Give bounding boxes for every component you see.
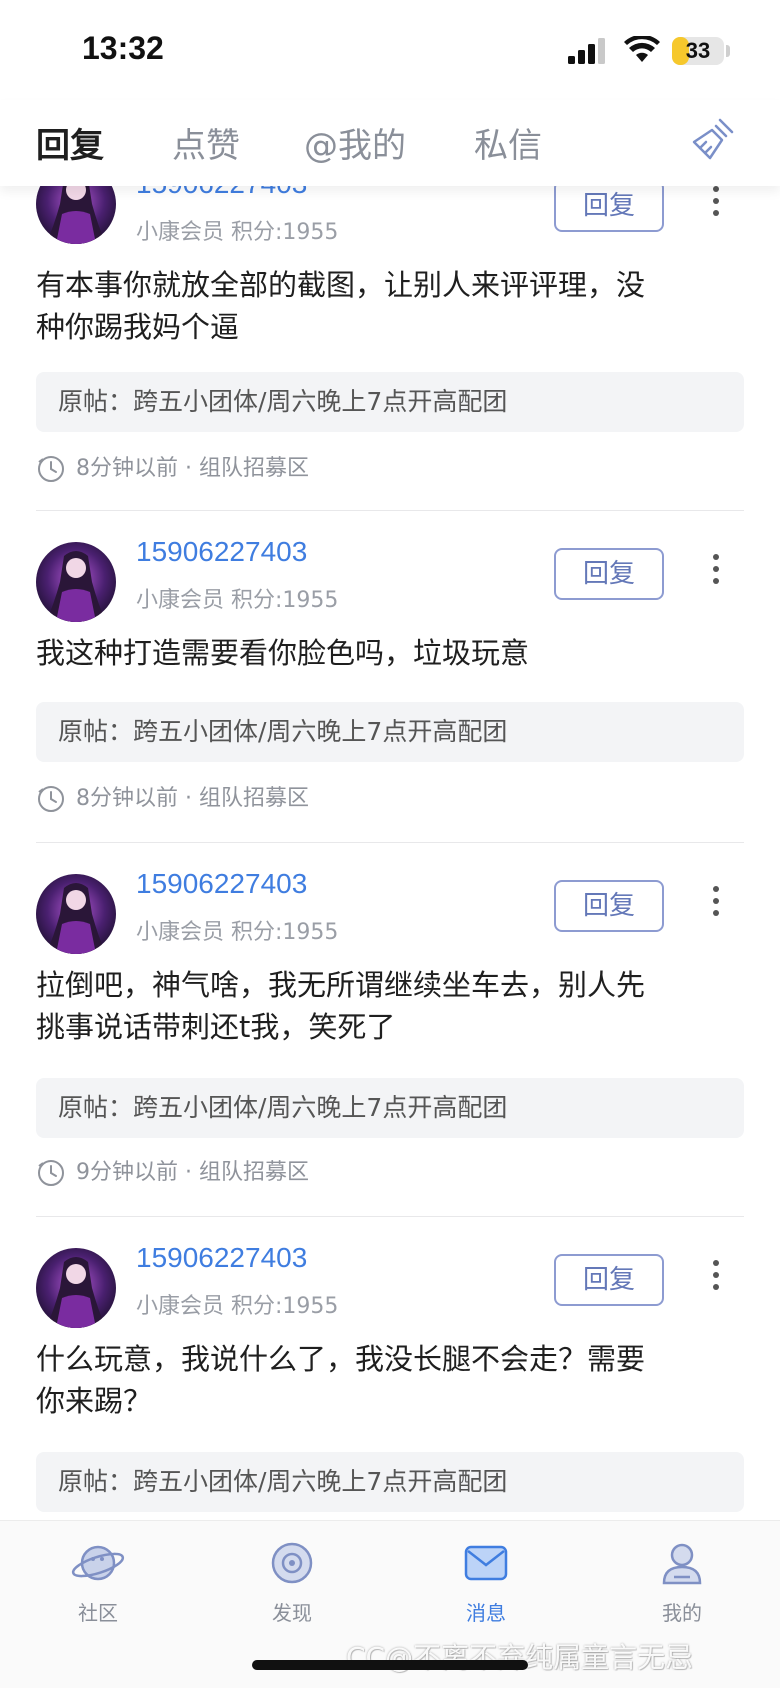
nav-profile[interactable]: 我的 (622, 1539, 742, 1626)
time-info: 8分钟以前 · 组队招募区 (76, 786, 309, 811)
reply-button[interactable]: 回复 (554, 186, 664, 232)
original-post-link[interactable]: 原帖：跨五小团体/周六晚上7点开高配团 (36, 702, 744, 762)
user-meta: 小康会员 积分:1955 (136, 588, 339, 613)
reply-button[interactable]: 回复 (554, 880, 664, 932)
tab-reply[interactable]: 回复 (36, 118, 104, 167)
tab-likes[interactable]: 点赞 (172, 118, 240, 167)
nav-label: 社区 (78, 1601, 118, 1625)
user-meta: 小康会员 积分:1955 (136, 1294, 339, 1319)
avatar[interactable] (36, 1248, 116, 1328)
divider (36, 1216, 744, 1217)
status-bar: 13:32 33 (0, 0, 780, 100)
watermark: CC@不离不弃纯属童言无忌 (346, 1641, 694, 1674)
username[interactable]: 15906227403 (136, 1242, 307, 1274)
avatar[interactable] (36, 874, 116, 954)
broom-clear-icon[interactable] (690, 116, 736, 162)
original-post-link[interactable]: 原帖：跨五小团体/周六晚上7点开高配团 (36, 1452, 744, 1512)
reply-content-line: 种你踢我妈个逼 (36, 310, 240, 344)
reply-card: 15906227403 小康会员 积分:1955 回复 什么玩意，我说什么了，我… (36, 1238, 744, 1520)
nav-messages[interactable]: 消息 (426, 1539, 546, 1626)
reply-content: 什么玩意，我说什么了，我没长腿不会走？需要 你来踢？ (36, 1338, 744, 1422)
username[interactable]: 15906227403 (136, 186, 307, 200)
reply-content-line: 你来踢？ (36, 1384, 153, 1418)
status-time: 13:32 (82, 30, 164, 66)
reply-card: 15906227403 小康会员 积分:1955 回复 我这种打造需要看你脸色吗… (36, 532, 744, 864)
tab-private-messages[interactable]: 私信 (474, 118, 542, 167)
planet-icon (71, 1545, 125, 1581)
user-meta: 小康会员 积分:1955 (136, 220, 339, 245)
clock-icon (38, 1160, 64, 1186)
more-options-icon[interactable] (706, 186, 726, 222)
username[interactable]: 15906227403 (136, 868, 307, 900)
home-indicator[interactable] (252, 1660, 528, 1670)
reply-card: 15906227403 小康会员 积分:1955 回复 拉倒吧，神气啥，我无所谓… (36, 864, 744, 1238)
avatar[interactable] (36, 186, 116, 244)
nav-label: 消息 (466, 1601, 506, 1625)
reply-content-line: 什么玩意，我说什么了，我没长腿不会走？需要 (36, 1342, 646, 1376)
original-post-link[interactable]: 原帖：跨五小团体/周六晚上7点开高配团 (36, 1078, 744, 1138)
battery-icon: 33 (672, 37, 724, 65)
profile-icon (662, 1543, 702, 1585)
battery-level: 33 (685, 38, 711, 63)
nav-discover[interactable]: 发现 (232, 1539, 352, 1626)
nav-label: 发现 (272, 1601, 312, 1625)
reply-content: 有本事你就放全部的截图，让别人来评评理，没 种你踢我妈个逼 (36, 264, 744, 348)
reply-content: 拉倒吧，神气啥，我无所谓继续坐车去，别人先 挑事说话带刺还t我，笑死了 (36, 964, 744, 1048)
time-info: 8分钟以前 · 组队招募区 (76, 456, 309, 481)
message-envelope-icon (464, 1545, 508, 1581)
reply-content: 我这种打造需要看你脸色吗，垃圾玩意 (36, 632, 744, 674)
clock-icon (38, 786, 64, 812)
reply-content-line: 拉倒吧，神气啥，我无所谓继续坐车去，别人先 (36, 968, 646, 1002)
reply-content-line: 我这种打造需要看你脸色吗，垃圾玩意 (36, 636, 530, 670)
reply-card: 15906227403 小康会员 积分:1955 回复 有本事你就放全部的截图，… (36, 186, 744, 532)
clock-icon (38, 456, 64, 482)
nav-label: 我的 (662, 1601, 702, 1625)
more-options-icon[interactable] (706, 882, 726, 922)
reply-content-line: 挑事说话带刺还t我，笑死了 (36, 1010, 396, 1044)
discover-icon (271, 1542, 313, 1584)
wifi-icon (624, 36, 660, 62)
more-options-icon[interactable] (706, 1256, 726, 1296)
reply-content-line: 有本事你就放全部的截图，让别人来评评理，没 (36, 268, 646, 302)
battery-cap (726, 45, 730, 57)
reply-feed: 15906227403 小康会员 积分:1955 回复 有本事你就放全部的截图，… (0, 186, 780, 1520)
original-post-link[interactable]: 原帖：跨五小团体/周六晚上7点开高配团 (36, 372, 744, 432)
reply-button[interactable]: 回复 (554, 548, 664, 600)
avatar[interactable] (36, 542, 116, 622)
nav-community[interactable]: 社区 (38, 1539, 158, 1626)
message-tab-bar: 回复 点赞 @我的 私信 (0, 100, 780, 186)
time-info: 9分钟以前 · 组队招募区 (76, 1160, 309, 1185)
signal-icon (568, 38, 605, 64)
user-meta: 小康会员 积分:1955 (136, 920, 339, 945)
divider (36, 842, 744, 843)
more-options-icon[interactable] (706, 550, 726, 590)
username[interactable]: 15906227403 (136, 536, 307, 568)
reply-button[interactable]: 回复 (554, 1254, 664, 1306)
tab-mentions[interactable]: @我的 (304, 118, 406, 167)
divider (36, 510, 744, 511)
